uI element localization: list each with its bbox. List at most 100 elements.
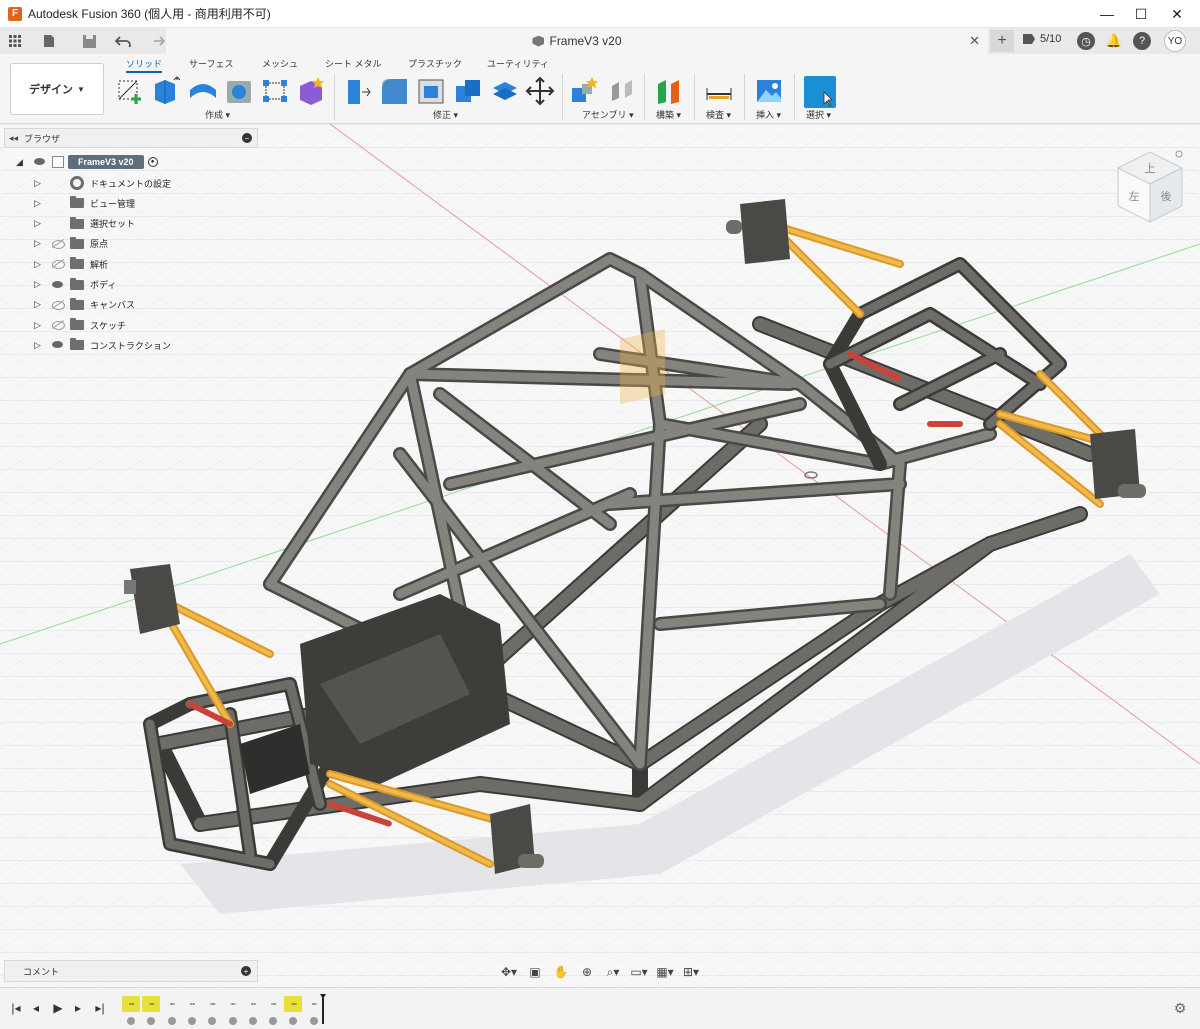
- browser-node[interactable]: ▷ ドキュメントの設定: [34, 173, 171, 193]
- group-create[interactable]: 作成 ▾: [205, 108, 230, 121]
- shell-icon[interactable]: [416, 76, 446, 106]
- press-pull-icon[interactable]: [342, 76, 372, 106]
- save-icon[interactable]: [76, 28, 102, 54]
- close-window-button[interactable]: ✕: [1154, 0, 1200, 28]
- move-icon[interactable]: [525, 76, 555, 106]
- fit-icon[interactable]: ⌕▾: [602, 963, 624, 981]
- construction-plane[interactable]: [620, 329, 665, 404]
- extrude-icon[interactable]: [150, 76, 180, 106]
- display-icon[interactable]: ▭▾: [628, 963, 650, 981]
- document-tab[interactable]: FrameV3 v20 ✕: [166, 28, 988, 54]
- browser-node[interactable]: ▷ 選択セット: [34, 214, 135, 234]
- expand-arrow-icon[interactable]: ▷: [34, 198, 46, 209]
- eye-icon[interactable]: [50, 280, 66, 290]
- group-insert[interactable]: 挿入 ▾: [756, 108, 781, 121]
- eye-icon[interactable]: [50, 320, 66, 331]
- browser-node[interactable]: ▷ キャンバス: [34, 295, 135, 315]
- close-tab-icon[interactable]: ✕: [969, 33, 980, 49]
- undo-icon[interactable]: [110, 28, 136, 54]
- look-at-icon[interactable]: ▣: [524, 963, 546, 981]
- expand-arrow-icon[interactable]: ▷: [34, 238, 46, 249]
- browser-node[interactable]: ▷ ボディ: [34, 275, 116, 295]
- expand-arrow-icon[interactable]: ▷: [34, 178, 46, 189]
- measure-icon[interactable]: [704, 76, 734, 106]
- expand-arrow-icon[interactable]: ▷: [34, 340, 46, 351]
- view-cube[interactable]: 上 左 後: [1112, 148, 1188, 228]
- group-construct[interactable]: 構築 ▾: [656, 108, 681, 121]
- eye-icon[interactable]: [50, 259, 66, 270]
- browser-node[interactable]: ▷ ビュー管理: [34, 193, 135, 213]
- workspace-switcher[interactable]: デザイン ▼: [10, 63, 104, 115]
- expand-arrow-icon[interactable]: ▷: [34, 259, 46, 270]
- tab-solid[interactable]: ソリッド: [126, 57, 163, 73]
- orbit-icon[interactable]: ✥▾: [498, 963, 520, 981]
- collapse-arrow-icon[interactable]: ◢: [16, 157, 28, 168]
- step-forward-icon[interactable]: ▸: [70, 1000, 86, 1016]
- combine-icon[interactable]: [453, 76, 483, 106]
- offset-face-icon[interactable]: [490, 76, 520, 106]
- timeline-feature[interactable]: ▫▫▫: [244, 996, 262, 1012]
- root-component-name[interactable]: FrameV3 v20: [68, 155, 144, 169]
- tab-sheet-metal[interactable]: シート メタル: [325, 57, 382, 70]
- minimize-panel-icon[interactable]: −: [242, 133, 252, 143]
- eye-icon[interactable]: [32, 157, 48, 167]
- tab-plastic[interactable]: プラスチック: [408, 57, 462, 70]
- add-comment-icon[interactable]: +: [241, 966, 251, 976]
- tree-root[interactable]: ◢ FrameV3 v20 ●: [16, 152, 158, 172]
- clock-icon[interactable]: ◷: [1077, 32, 1095, 50]
- browser-node[interactable]: ▷ 解析: [34, 254, 108, 274]
- collapse-panel-icon[interactable]: ◂◂: [9, 133, 18, 144]
- browser-node[interactable]: ▷ コンストラクション: [34, 335, 171, 355]
- insert-image-icon[interactable]: [754, 76, 784, 106]
- timeline-feature[interactable]: ▫▫▫: [224, 996, 242, 1012]
- revolve-icon[interactable]: [188, 76, 218, 106]
- file-icon[interactable]: [36, 28, 62, 54]
- grid-icon[interactable]: ▦▾: [654, 963, 676, 981]
- group-select[interactable]: 選択 ▾: [806, 108, 831, 121]
- rectangular-pattern-icon[interactable]: [260, 76, 290, 106]
- new-component-assembly-icon[interactable]: [570, 76, 600, 106]
- tab-surface[interactable]: サーフェス: [189, 57, 233, 70]
- eye-icon[interactable]: [50, 340, 66, 350]
- zoom-icon[interactable]: ⊕: [576, 963, 598, 981]
- go-to-start-icon[interactable]: |◂: [8, 1000, 24, 1016]
- home-view-icon[interactable]: [1175, 150, 1183, 158]
- timeline-settings-icon[interactable]: ⚙: [1172, 1000, 1188, 1016]
- fillet-icon[interactable]: [379, 76, 409, 106]
- go-to-end-icon[interactable]: ▸|: [92, 1000, 108, 1016]
- avatar[interactable]: YO: [1164, 30, 1186, 52]
- group-inspect[interactable]: 検査 ▾: [706, 108, 731, 121]
- expand-arrow-icon[interactable]: ▷: [34, 218, 46, 229]
- timeline-feature[interactable]: ▫▫▫: [163, 996, 181, 1012]
- play-icon[interactable]: ▶: [50, 1000, 66, 1016]
- group-modify[interactable]: 修正 ▾: [433, 108, 458, 121]
- timeline-feature[interactable]: ▫▫▫: [203, 996, 221, 1012]
- activate-radio-icon[interactable]: ●: [147, 157, 158, 167]
- timeline-feature[interactable]: ▫▫▫: [183, 996, 201, 1012]
- tab-mesh[interactable]: メッシュ: [262, 57, 298, 70]
- timeline-marker[interactable]: [320, 994, 326, 1024]
- hole-icon[interactable]: [224, 76, 254, 106]
- timeline-feature[interactable]: ▫▫▫: [122, 996, 140, 1012]
- expand-arrow-icon[interactable]: ▷: [34, 279, 46, 290]
- create-sketch-icon[interactable]: [116, 76, 146, 106]
- tab-utility[interactable]: ユーティリティ: [487, 57, 549, 70]
- step-back-icon[interactable]: ◂: [28, 1000, 44, 1016]
- viewports-icon[interactable]: ⊞▾: [680, 963, 702, 981]
- select-icon[interactable]: [804, 76, 836, 108]
- browser-node[interactable]: ▷ スケッチ: [34, 315, 126, 335]
- expand-arrow-icon[interactable]: ▷: [34, 320, 46, 331]
- group-assemble[interactable]: アセンブリ ▾: [582, 108, 634, 121]
- timeline-feature[interactable]: ▫▫▫: [284, 996, 303, 1012]
- eye-icon[interactable]: [50, 300, 66, 310]
- job-status[interactable]: 5/10: [1022, 33, 1061, 45]
- offset-plane-icon[interactable]: [654, 76, 684, 106]
- browser-node[interactable]: ▷ 原点: [34, 234, 108, 254]
- help-icon[interactable]: ?: [1133, 32, 1151, 50]
- timeline-feature[interactable]: ▫▫▫: [264, 996, 282, 1012]
- pan-icon[interactable]: ✋: [550, 963, 572, 981]
- joint-icon[interactable]: [607, 76, 637, 106]
- new-tab-button[interactable]: +: [990, 30, 1014, 52]
- bell-icon[interactable]: 🔔: [1105, 32, 1123, 50]
- timeline-feature[interactable]: ▫▫▫: [142, 996, 161, 1012]
